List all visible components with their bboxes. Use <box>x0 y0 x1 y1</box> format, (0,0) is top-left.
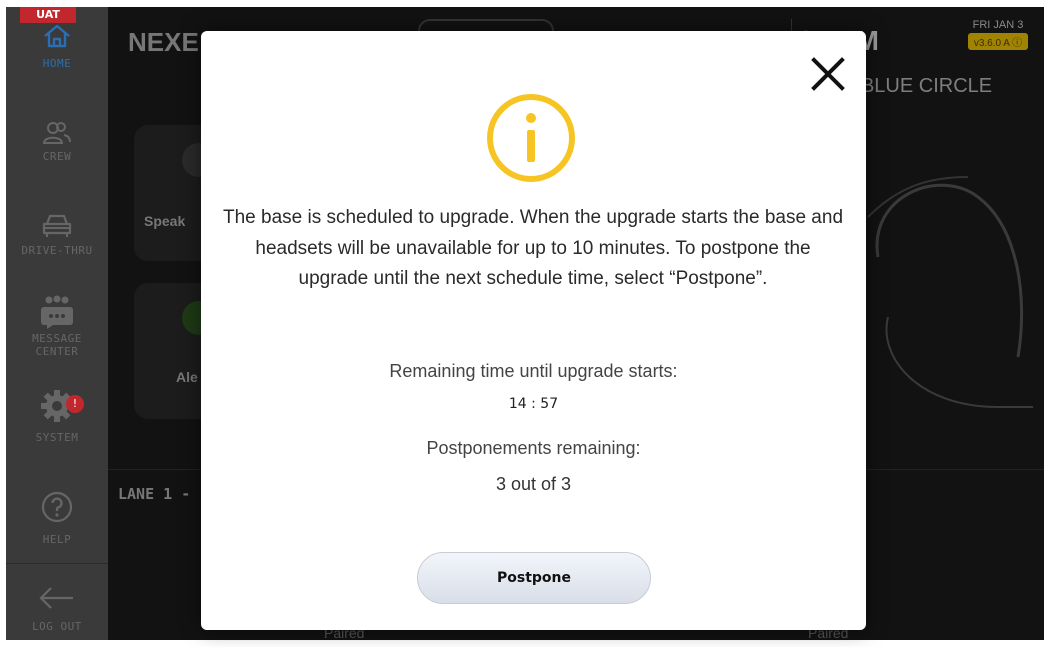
arrow-left-icon <box>39 587 73 609</box>
postponements-label: Postponements remaining: <box>426 438 641 458</box>
version-badge[interactable]: v3.6.0 A ⓘ <box>967 33 1029 50</box>
car-icon <box>42 214 72 237</box>
date-block: FRI JAN 3 v3.6.0 A ⓘ <box>958 19 1038 50</box>
sidebar-item-label: HOME <box>42 57 72 70</box>
page-title: NEXE <box>128 27 199 57</box>
env-badge: UAT <box>20 7 76 23</box>
sidebar-item-label: HELP <box>42 533 72 546</box>
sidebar-item-label: DRIVE-THRU <box>21 244 93 257</box>
sidebar-divider <box>6 563 108 564</box>
help-icon <box>41 491 73 523</box>
postponements-value: 3 out of 3 <box>495 474 572 494</box>
sidebar-item-label: CENTER <box>35 345 79 358</box>
crew-icon <box>42 122 71 144</box>
dialog-message: The base is scheduled to upgrade. When t… <box>222 207 844 289</box>
card-label: Ale <box>176 369 198 385</box>
remaining-time-label: Remaining time until upgrade starts: <box>389 361 678 381</box>
close-button[interactable] <box>806 52 850 96</box>
sidebar-item-system[interactable]: ! SYSTEM <box>6 389 108 444</box>
sidebar-item-label: SYSTEM <box>35 431 79 444</box>
version-text: v3.6.0 A <box>973 38 1010 49</box>
headset-illustration <box>867 176 1033 408</box>
close-icon <box>811 57 845 91</box>
sidebar-item-home[interactable]: HOME <box>6 23 108 70</box>
info-icon <box>487 94 575 182</box>
sidebar-item-label: CREW <box>42 150 72 163</box>
upgrade-dialog: The base is scheduled to upgrade. When t… <box>201 31 866 630</box>
sidebar-item-drive-thru[interactable]: DRIVE-THRU <box>6 212 108 257</box>
notification-badge: ! <box>66 395 84 413</box>
date-text: FRI JAN 3 <box>972 19 1024 31</box>
postpone-button[interactable]: Postpone <box>417 552 651 604</box>
message-center-icon <box>41 295 73 329</box>
sidebar-item-log-out[interactable]: LOG OUT <box>6 585 108 633</box>
home-icon <box>44 24 70 48</box>
sidebar-item-crew[interactable]: CREW <box>6 120 108 163</box>
sidebar-item-help[interactable]: HELP <box>6 491 108 546</box>
lane-label: LANE 1 - <box>118 485 191 503</box>
sidebar-item-message-center[interactable]: MESSAGE CENTER <box>6 295 108 358</box>
remaining-time-value: 14 : 57 <box>508 396 559 412</box>
sidebar-item-label: MESSAGE <box>32 332 82 345</box>
sidebar: UAT HOME CREW DRIVE-THRU MESSAGE CENTER … <box>6 7 108 640</box>
card-label: Speak <box>144 213 186 229</box>
sidebar-item-label: LOG OUT <box>32 620 82 633</box>
